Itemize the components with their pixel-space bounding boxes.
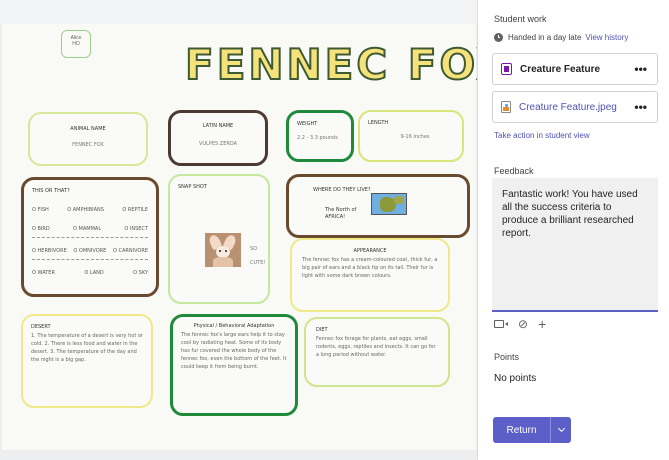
classification-row: O FISH O AMPHIBIANS O REPTILE: [32, 207, 148, 213]
grading-view: Alice HO FENNEC FOX ANIMAL NAME FENNEC F…: [0, 0, 669, 460]
length-value: 9-16 inches: [400, 134, 430, 140]
adaptation-text: The fennec fox's large ears help it to s…: [181, 332, 287, 370]
preview-top-margin: [0, 0, 477, 24]
attachment-name[interactable]: Creature Feature: [520, 64, 600, 75]
video-record-icon[interactable]: [494, 320, 508, 328]
poster-title: FENNEC FOX: [184, 39, 477, 90]
this-or-that-label: THIS OR THAT?: [32, 188, 70, 194]
feedback-toolbar: ⊘ +: [494, 317, 546, 331]
handed-in-text: Handed in a day late: [508, 33, 582, 42]
return-button[interactable]: Return: [493, 417, 550, 443]
feedback-input[interactable]: Fantastic work! You have used all the su…: [492, 178, 658, 312]
points-heading: Points: [494, 352, 520, 362]
appearance-text: The fennec fox has a cream-coloured coat…: [302, 257, 438, 279]
latin-name-value: VULPES ZERDA: [198, 141, 238, 147]
add-icon[interactable]: +: [538, 317, 546, 331]
student-name-tag: Alice HO: [61, 30, 91, 58]
more-options-button[interactable]: •••: [634, 62, 647, 76]
option-herbivore: O HERBIVORE: [32, 248, 67, 254]
option-reptile: O REPTILE: [122, 207, 148, 213]
desert-text: 1. The temperature of a desert is very h…: [31, 333, 143, 363]
option-carnivore: O CARNIVORE: [112, 248, 148, 254]
weight-box: WEIGHT 2.2 - 3.3 pounds: [286, 110, 354, 162]
attachment-name[interactable]: Creature Feature.jpeg: [519, 102, 617, 113]
latin-name-box: LATIN NAME VULPES ZERDA: [168, 110, 268, 166]
animal-name-box: ANIMAL NAME FENNEC FOX: [28, 112, 148, 166]
fennec-fox-photo: [205, 233, 241, 267]
animal-name-value: FENNEC FOX: [72, 142, 104, 148]
option-sky: O SKY: [133, 270, 148, 276]
handed-in-status: Handed in a day late View history: [494, 33, 628, 42]
option-insect: O INSECT: [124, 226, 148, 232]
option-land: O LAND: [84, 270, 104, 276]
feedback-heading: Feedback: [494, 166, 534, 176]
poster-image: Alice HO FENNEC FOX ANIMAL NAME FENNEC F…: [2, 24, 477, 450]
more-options-button[interactable]: •••: [634, 100, 647, 114]
adaptation-label: Physical / Behavioral Adaptation: [193, 323, 275, 329]
habitat-row: O WATER O LAND O SKY: [32, 270, 148, 276]
grading-panel: Student work Handed in a day late View h…: [480, 0, 669, 460]
option-fish: O FISH: [32, 207, 49, 213]
snapshot-box: SNAP SHOT SO CUTE!: [168, 174, 270, 304]
option-omnivore: O OMNIVORE: [73, 248, 107, 254]
take-action-link[interactable]: Take action in student view: [494, 131, 590, 140]
snapshot-label: SNAP SHOT: [178, 184, 207, 190]
africa-map-image: [371, 193, 407, 215]
onenote-icon: [501, 63, 512, 75]
option-mammal: O MAMMAL: [73, 226, 102, 232]
attachment-card[interactable]: Creature Feature •••: [492, 53, 658, 85]
latin-name-label: LATIN NAME: [202, 123, 234, 129]
appearance-label: APPEARANCE: [353, 248, 387, 254]
attachment-card[interactable]: Creature Feature.jpeg •••: [492, 91, 658, 123]
habitat-box: WHERE DO THEY LIVE? The North of AFRICA!: [286, 174, 470, 238]
return-split-button: Return: [493, 417, 571, 443]
length-label: LENGTH: [368, 120, 389, 126]
diet-box: DIET Fennec fox forage for plants, eat e…: [304, 317, 450, 387]
image-file-icon: [501, 101, 511, 113]
feedback-text[interactable]: Fantastic work! You have used all the su…: [502, 188, 644, 240]
divider: [32, 259, 148, 260]
weight-label: WEIGHT: [297, 121, 318, 127]
option-bird: O BIRD: [32, 226, 50, 232]
clock-icon: [494, 33, 503, 42]
classification-row: O BIRD O MAMMAL O INSECT: [32, 226, 148, 232]
option-amphibians: O AMPHIBIANS: [67, 207, 104, 213]
return-options-button[interactable]: [550, 417, 571, 443]
animal-name-label: ANIMAL NAME: [70, 126, 106, 132]
diet-text: Fennec fox forage for plants, eat eggs, …: [316, 336, 436, 358]
option-water: O WATER: [32, 270, 55, 276]
attach-icon[interactable]: ⊘: [518, 318, 528, 330]
diet-row: O HERBIVORE O OMNIVORE O CARNIVORE: [32, 248, 148, 254]
divider: [32, 237, 148, 238]
habitat-answer: The North of AFRICA!: [325, 207, 357, 220]
student-work-heading: Student work: [494, 14, 547, 24]
this-or-that-box: THIS OR THAT? O FISH O AMPHIBIANS O REPT…: [21, 177, 159, 297]
appearance-box: APPEARANCE The fennec fox has a cream-co…: [290, 238, 450, 312]
diet-label: DIET: [316, 327, 328, 333]
points-value[interactable]: No points: [494, 373, 536, 384]
chevron-down-icon: [557, 424, 565, 433]
submission-preview[interactable]: Alice HO FENNEC FOX ANIMAL NAME FENNEC F…: [0, 0, 478, 460]
snapshot-note: SO CUTE!: [250, 246, 266, 266]
desert-label: DESERT: [31, 324, 51, 330]
weight-value: 2.2 - 3.3 pounds: [297, 135, 338, 141]
desert-box: DESERT 1. The temperature of a desert is…: [21, 314, 153, 408]
adaptation-box: Physical / Behavioral Adaptation The fen…: [170, 314, 298, 416]
view-history-link[interactable]: View history: [585, 33, 628, 42]
length-box: LENGTH 9-16 inches: [358, 110, 464, 162]
